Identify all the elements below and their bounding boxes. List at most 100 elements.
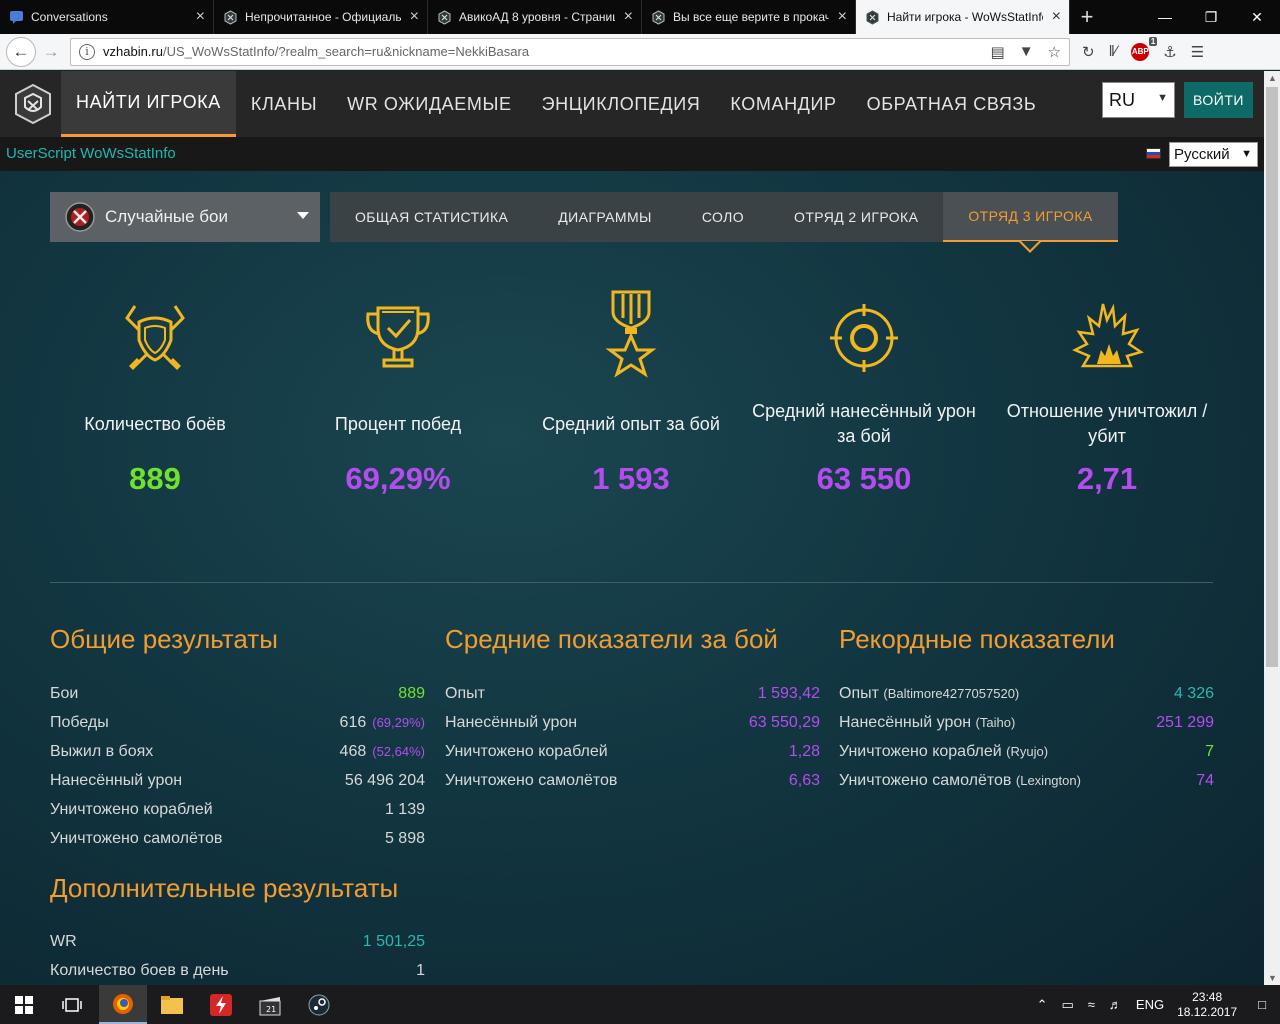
summary-stat-value: 63 550 [816,461,912,496]
wifi-icon[interactable]: ≈ [1088,997,1095,1012]
taskbar-media[interactable]: 21 [246,985,294,1024]
nav-item[interactable]: WR ОЖИДАЕМЫЕ [332,71,527,137]
input-language[interactable]: ENG [1136,997,1164,1012]
bookmark-star-icon[interactable]: ☆ [1048,43,1061,61]
scrollbar-thumb[interactable] [1266,87,1278,667]
lightning-app-icon [210,993,232,1016]
stat-tabs: ОБЩАЯ СТАТИСТИКА ДИАГРАММЫ СОЛО ОТРЯД 2 ИГР… [330,192,1118,253]
chevron-down-icon: ▼ [1241,148,1252,160]
scroll-up-icon[interactable]: ▲ [1268,73,1277,83]
stat-tab[interactable]: ОТРЯД 3 ИГРОКА [943,192,1118,253]
medal-star-icon [511,283,751,393]
wows-logo-icon[interactable] [12,83,54,125]
summary-stat: Количество боёв 889 [35,283,275,496]
stat-value: 7 [1205,742,1214,760]
adblock-icon[interactable]: ABP 1 [1131,36,1158,61]
taskbar-firefox[interactable] [99,985,147,1024]
record-ship-name[interactable]: (Ryujo) [1006,744,1048,759]
summary-stat-label: Процент побед [334,413,462,434]
clock[interactable]: 23:48 18.12.2017 [1177,990,1237,1020]
close-tab-icon[interactable]: × [410,9,419,25]
stat-value: 1,28 [788,742,820,760]
browser-tab[interactable]: Непрочитанное - Официальный × [214,0,428,34]
clapperboard-icon: 21 [259,996,281,1015]
url-host: vzhabin.ru [103,44,163,59]
notifications-icon[interactable]: □ [1258,997,1266,1012]
address-bar[interactable]: i vzhabin.ru/US_WoWsStatInfo/?realm_sear… [70,37,1070,66]
browser-tab[interactable]: АвикоАД 8 уровня - Страница × [428,0,642,34]
record-ship-name[interactable]: (Taiho) [976,715,1016,730]
minimize-button[interactable]: — [1142,0,1188,34]
record-ship-name[interactable]: (Baltimore4277057520) [883,686,1019,701]
average-results-title: Средние показатели за бой [445,624,778,654]
tray-expand-icon[interactable]: ⌃ [1037,997,1048,1013]
wows-favicon-icon [437,9,452,25]
start-button[interactable] [0,985,48,1024]
site-header: НАЙТИ ИГРОКА КЛАНЫ WR ОЖИДАЕМЫЕ ЭНЦИКЛОПЕДИ… [0,71,1264,137]
wows-favicon-icon [651,9,666,25]
userscript-bar: UserScript WoWsStatInfo Русский ▼ [0,137,1264,171]
stat-tab[interactable]: ОТРЯД 2 ИГРОКА [769,192,943,242]
stat-label: Опыт [445,684,485,702]
maximize-button[interactable]: ❐ [1188,0,1234,34]
stat-row: Нанесённый урон 63 550,29 [445,708,820,737]
taskbar-app-red[interactable] [197,985,245,1024]
extra-results-list: WR 1 501,25 Количество боев в день 1 [50,927,425,985]
explosion-icon [987,283,1227,393]
volume-icon[interactable]: ♬ [1109,997,1122,1012]
close-tab-icon[interactable]: × [838,9,847,25]
info-icon[interactable]: i [79,43,95,60]
realm-select[interactable]: RU ▼ [1102,82,1175,118]
close-tab-icon[interactable]: × [196,9,205,25]
task-view-button[interactable] [48,985,96,1024]
close-window-button[interactable]: ✕ [1234,0,1280,34]
menu-icon[interactable]: ☰ [1191,43,1204,61]
taskbar-explorer[interactable] [148,985,196,1024]
reload-icon[interactable]: ↻ [1082,43,1095,61]
battery-icon[interactable]: ▭ [1061,997,1073,1013]
forward-button[interactable]: → [36,37,66,67]
stat-value: 468 [339,742,367,760]
summary-stat-value: 889 [129,461,181,496]
language-select[interactable]: Русский ▼ [1169,142,1258,167]
stat-label-group: Уничтожено кораблей (Ryujo) [839,743,1205,761]
new-tab-button[interactable]: + [1070,0,1104,34]
stat-tab[interactable]: ОБЩАЯ СТАТИСТИКА [330,192,533,242]
nav-item[interactable]: КОМАНДИР [715,71,851,137]
nav-item[interactable]: ЭНЦИКЛОПЕДИЯ [527,71,716,137]
record-ship-name[interactable]: (Lexington) [1016,773,1081,788]
stat-tab[interactable]: СОЛО [677,192,769,242]
summary-stat-label: Средний нанесённый урон за бой [752,401,976,446]
close-tab-icon[interactable]: × [1052,9,1061,25]
nav-item[interactable]: НАЙТИ ИГРОКА [61,71,236,137]
browser-tab[interactable]: Conversations × [0,0,214,34]
summary-stat: Процент побед 69,29% [278,283,518,496]
stat-row: Количество боев в день 1 [50,956,425,985]
userscript-link[interactable]: UserScript WoWsStatInfo [6,145,176,162]
section-divider [50,582,1213,583]
browser-tab[interactable]: Найти игрока - WoWsStatInfo × [856,0,1070,34]
crossed-swords-shield-icon [35,283,275,393]
stat-label: Уничтожено кораблей [445,742,608,760]
library-icon[interactable]: ‖∕ [1109,43,1118,60]
close-tab-icon[interactable]: × [624,9,633,25]
back-button[interactable]: ← [6,36,36,67]
stat-tab[interactable]: ДИАГРАММЫ [533,192,677,242]
record-results-title: Рекордные показатели [839,624,1115,654]
battle-type-dropdown[interactable]: Случайные бои [50,192,320,242]
wows-favicon-icon [865,9,880,25]
stat-row: Победы 616 (69,29%) [50,708,425,737]
browser-tab-bar: Conversations×Непрочитанное - Официальны… [0,0,1280,34]
stat-value: 6,63 [788,771,820,789]
nav-item[interactable]: ОБРАТНАЯ СВЯЗЬ [852,71,1052,137]
taskbar-steam[interactable] [295,985,343,1024]
pocket-icon[interactable]: ▼ [1019,43,1034,61]
browser-tab[interactable]: Вы все еще верите в прокачку × [642,0,856,34]
reader-view-icon[interactable]: ▤ [991,43,1005,61]
extension-icon[interactable]: ⚓ [1163,43,1176,61]
login-button[interactable]: ВОЙТИ [1184,82,1253,118]
nav-item[interactable]: КЛАНЫ [236,71,332,137]
summary-stat-label: Средний опыт за бой [542,413,720,434]
page-scrollbar[interactable]: ▲ ▼ [1264,71,1280,985]
scroll-down-icon[interactable]: ▼ [1268,973,1277,983]
